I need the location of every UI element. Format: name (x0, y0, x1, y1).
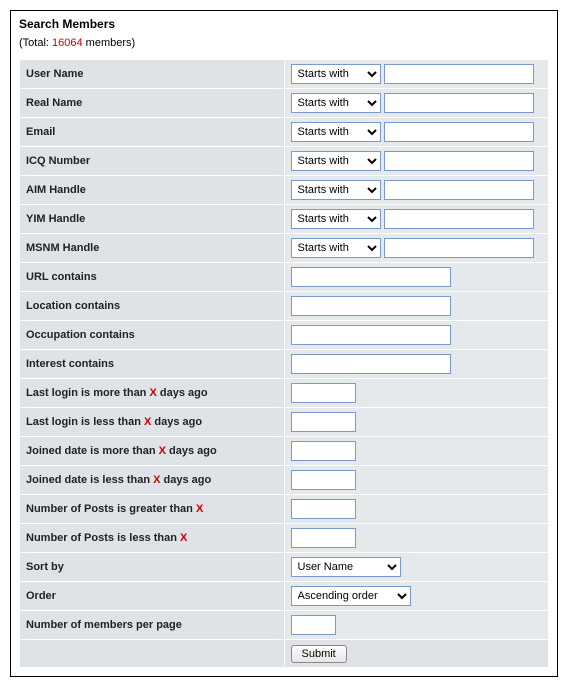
label-aim: AIM Handle (20, 176, 285, 205)
input-joined-more[interactable] (291, 441, 356, 461)
input-interest-contains[interactable] (291, 354, 451, 374)
panel-title: Search Members (19, 17, 549, 31)
input-posts-greater[interactable] (291, 499, 356, 519)
input-icq[interactable] (384, 151, 534, 171)
input-posts-less[interactable] (291, 528, 356, 548)
label-per-page: Number of members per page (20, 611, 285, 640)
total-count: 16064 (52, 37, 83, 49)
match-select-real-name[interactable]: Starts with (291, 93, 381, 113)
match-select-msnm[interactable]: Starts with (291, 238, 381, 258)
select-sort-by[interactable]: User Name (291, 557, 401, 577)
total-members: (Total: 16064 members) (19, 37, 549, 49)
label-occupation-contains: Occupation contains (20, 321, 285, 350)
label-yim: YIM Handle (20, 205, 285, 234)
label-real-name: Real Name (20, 89, 285, 118)
match-select-yim[interactable]: Starts with (291, 209, 381, 229)
input-joined-less[interactable] (291, 470, 356, 490)
submit-spacer (20, 640, 285, 668)
input-email[interactable] (384, 122, 534, 142)
label-sort-by: Sort by (20, 553, 285, 582)
input-last-login-more[interactable] (291, 383, 356, 403)
label-joined-less: Joined date is less than X days ago (20, 466, 285, 495)
input-per-page[interactable] (291, 615, 336, 635)
input-real-name[interactable] (384, 93, 534, 113)
total-suffix: members) (83, 37, 136, 49)
match-select-email[interactable]: Starts with (291, 122, 381, 142)
search-members-panel: Search Members (Total: 16064 members) Us… (10, 10, 558, 677)
label-interest-contains: Interest contains (20, 350, 285, 379)
input-last-login-less[interactable] (291, 412, 356, 432)
input-url-contains[interactable] (291, 267, 451, 287)
label-email: Email (20, 118, 285, 147)
label-posts-greater: Number of Posts is greater than X (20, 495, 285, 524)
label-user-name: User Name (20, 60, 285, 89)
input-user-name[interactable] (384, 64, 534, 84)
input-location-contains[interactable] (291, 296, 451, 316)
label-order: Order (20, 582, 285, 611)
label-joined-more: Joined date is more than X days ago (20, 437, 285, 466)
label-msnm: MSNM Handle (20, 234, 285, 263)
search-form-table: User Name Starts with Real Name Starts w… (19, 59, 549, 668)
input-yim[interactable] (384, 209, 534, 229)
match-select-aim[interactable]: Starts with (291, 180, 381, 200)
label-location-contains: Location contains (20, 292, 285, 321)
label-posts-less: Number of Posts is less than X (20, 524, 285, 553)
input-occupation-contains[interactable] (291, 325, 451, 345)
input-aim[interactable] (384, 180, 534, 200)
label-url-contains: URL contains (20, 263, 285, 292)
match-select-icq[interactable]: Starts with (291, 151, 381, 171)
select-order[interactable]: Ascending order (291, 586, 411, 606)
total-prefix: (Total: (19, 37, 52, 49)
input-msnm[interactable] (384, 238, 534, 258)
label-last-login-more: Last login is more than X days ago (20, 379, 285, 408)
match-select-user-name[interactable]: Starts with (291, 64, 381, 84)
submit-button[interactable]: Submit (291, 645, 347, 663)
label-icq: ICQ Number (20, 147, 285, 176)
label-last-login-less: Last login is less than X days ago (20, 408, 285, 437)
